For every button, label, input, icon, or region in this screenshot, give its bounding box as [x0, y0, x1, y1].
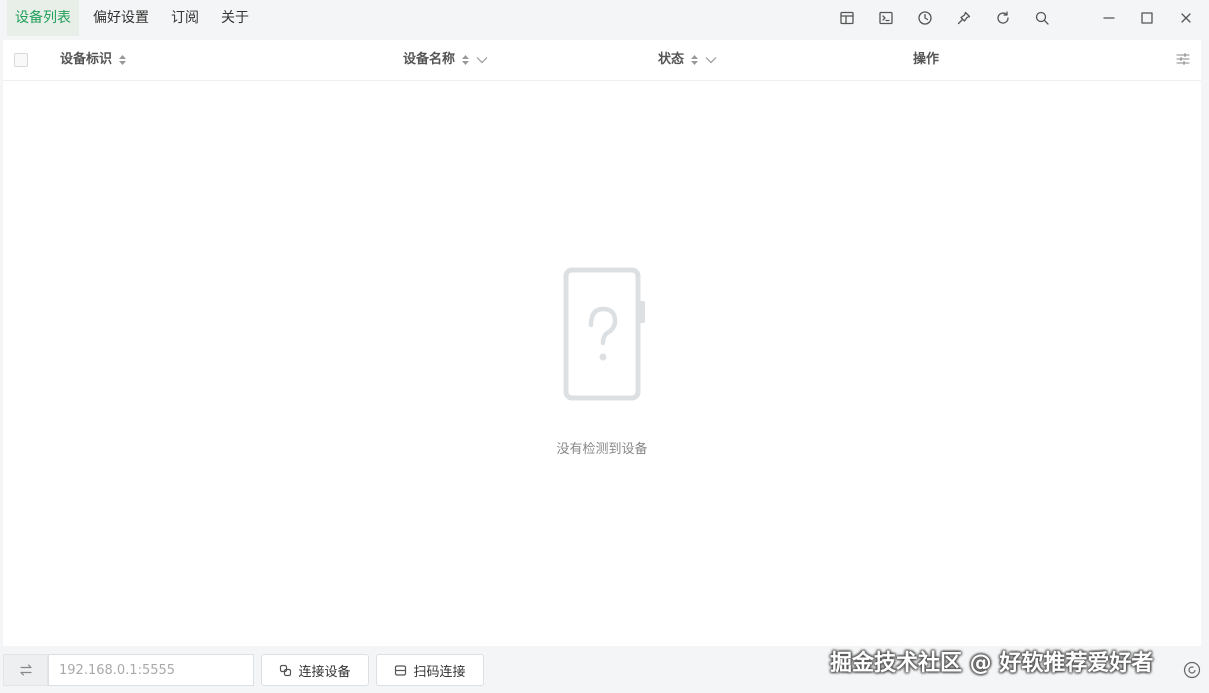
sort-icon[interactable]: [690, 54, 699, 66]
table-header: 设备标识 设备名称 状态 操作: [3, 40, 1201, 81]
column-actions-label: 操作: [913, 52, 940, 67]
top-bar: 设备列表 偏好设置 订阅 关于: [0, 0, 1209, 36]
column-device-name-label: 设备名称: [403, 52, 456, 67]
pin-icon[interactable]: [953, 7, 975, 29]
empty-state: [3, 265, 1201, 409]
column-status[interactable]: 状态: [658, 40, 717, 80]
empty-state-text: 没有检测到设备: [556, 442, 648, 457]
scan-connect-button[interactable]: 扫码连接: [376, 654, 484, 686]
select-all-checkbox[interactable]: [14, 53, 28, 67]
column-settings-icon[interactable]: [1175, 51, 1191, 67]
column-status-label: 状态: [658, 52, 685, 67]
search-icon[interactable]: [1031, 7, 1053, 29]
connect-device-button[interactable]: 连接设备: [261, 654, 369, 686]
filter-chevron-icon[interactable]: [705, 56, 717, 64]
tab-subscribe[interactable]: 订阅: [163, 0, 207, 36]
swap-icon: [19, 664, 32, 676]
refresh-icon[interactable]: [992, 7, 1014, 29]
tab-device-list[interactable]: 设备列表: [7, 0, 79, 36]
scan-icon: [395, 664, 407, 676]
connect-device-label: 连接设备: [298, 664, 351, 680]
tab-preferences[interactable]: 偏好设置: [85, 0, 157, 36]
maximize-icon[interactable]: [1136, 7, 1158, 29]
filter-chevron-icon[interactable]: [476, 56, 488, 64]
refresh-corner-icon[interactable]: [1183, 661, 1201, 679]
device-address-input[interactable]: [48, 654, 254, 686]
terminal-icon[interactable]: [875, 7, 897, 29]
column-actions: 操作: [913, 40, 939, 80]
layout-icon[interactable]: [836, 7, 858, 29]
column-device-name[interactable]: 设备名称: [403, 40, 488, 80]
tab-about[interactable]: 关于: [213, 0, 257, 36]
unknown-device-icon: [563, 267, 645, 401]
sort-icon[interactable]: [461, 54, 470, 66]
minimize-icon[interactable]: [1098, 7, 1120, 29]
link-icon: [280, 664, 292, 676]
sort-icon[interactable]: [118, 54, 127, 66]
watermark-text: 掘金技术社区 @ 好软推荐爱好者: [830, 651, 1154, 676]
history-icon[interactable]: [914, 7, 936, 29]
scan-connect-label: 扫码连接: [413, 664, 466, 680]
device-table-panel: 设备标识 设备名称 状态 操作 没有检测到设备: [3, 40, 1201, 646]
close-icon[interactable]: [1175, 7, 1197, 29]
column-device-id[interactable]: 设备标识: [60, 40, 127, 80]
column-device-id-label: 设备标识: [60, 52, 113, 67]
switch-connection-button[interactable]: [3, 654, 48, 686]
